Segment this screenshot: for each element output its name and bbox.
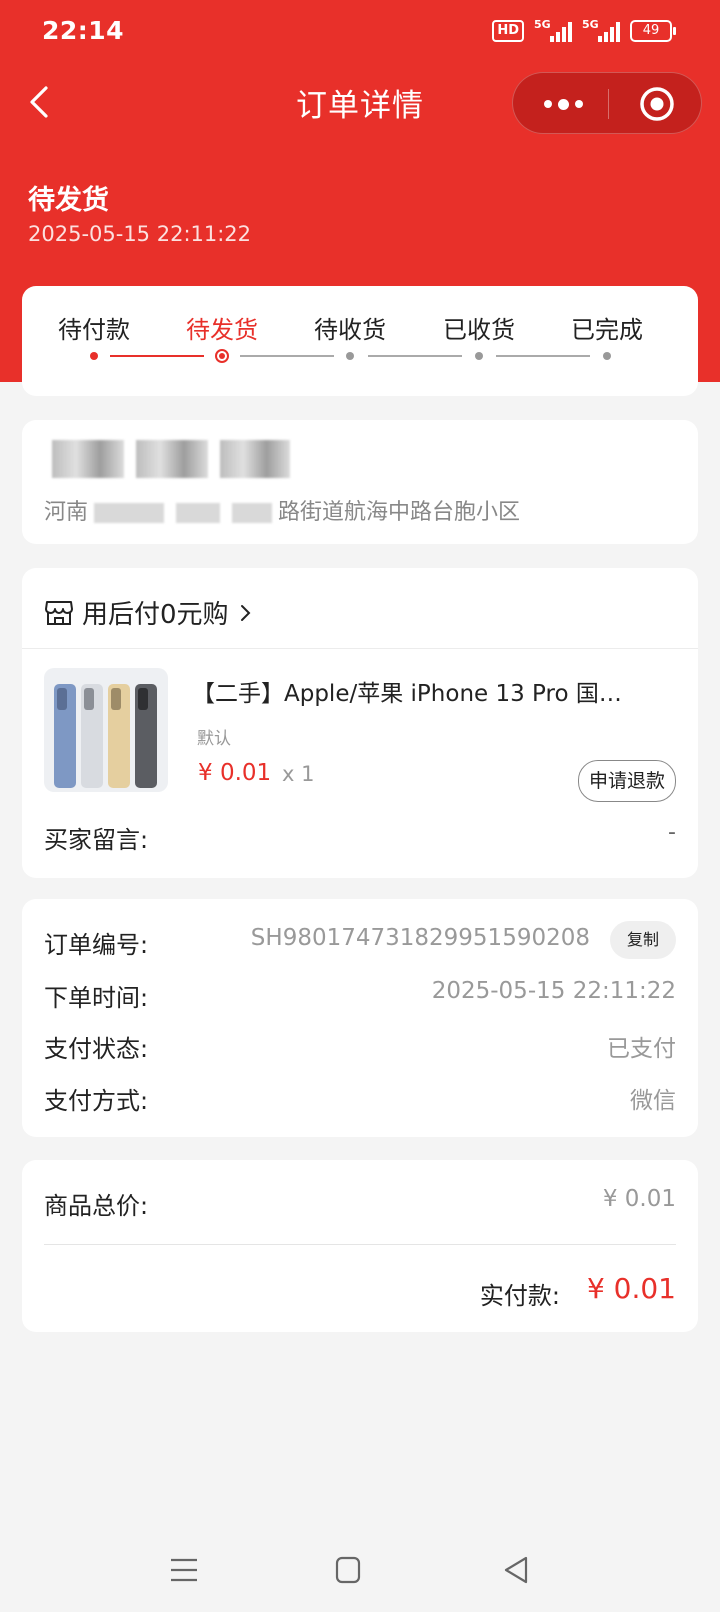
step-label: 待付款 <box>58 316 130 344</box>
signal-icon: 5G <box>582 18 620 42</box>
status-time: 22:14 <box>42 16 125 45</box>
product-price: ¥ 0.01 <box>198 760 272 786</box>
product-spec: 默认 <box>197 729 231 749</box>
capsule-divider <box>608 89 609 119</box>
paid-label: 实付款: <box>479 1282 560 1310</box>
order-number-label: 订单编号: <box>44 931 149 959</box>
step-connector <box>368 355 462 357</box>
divider <box>22 648 698 649</box>
battery-icon: 49 <box>630 20 676 42</box>
step-dot <box>475 352 483 360</box>
step-label: 已收货 <box>443 316 515 344</box>
status-icons: HD 5G 5G 49 <box>492 18 676 42</box>
goods-total-label: 商品总价: <box>44 1192 149 1220</box>
back-icon[interactable] <box>498 1554 534 1586</box>
store-link[interactable]: 用后付0元购 <box>44 594 255 631</box>
address-card[interactable]: 河南 路街道航海中路台胞小区 <box>22 420 698 544</box>
order-time-row: 下单时间: 2025-05-15 22:11:22 <box>44 978 676 1018</box>
address-text: 河南 路街道航海中路台胞小区 <box>44 500 521 525</box>
refund-button[interactable]: 申请退款 <box>577 760 676 802</box>
signal-icon: 5G <box>534 18 572 42</box>
order-time: 2025-05-15 22:11:22 <box>431 978 676 1004</box>
step-label: 已完成 <box>571 316 643 344</box>
step-label: 待发货 <box>186 316 258 344</box>
recipient-blurred <box>52 440 290 478</box>
chevron-right-icon <box>240 604 250 621</box>
pay-method-label: 支付方式: <box>44 1087 149 1115</box>
step-dot <box>346 352 354 360</box>
order-time-label: 下单时间: <box>44 984 149 1012</box>
menu-icon[interactable] <box>167 1554 203 1586</box>
product-title[interactable]: 【二手】Apple/苹果 iPhone 13 Pro 国… <box>192 674 672 708</box>
paid-amount: ¥ 0.01 <box>586 1272 676 1305</box>
order-number-row: 订单编号: SH980174731829951590208 复制 <box>44 921 676 965</box>
pay-method: 微信 <box>630 1088 676 1114</box>
product-card: 用后付0元购 【二手】Apple/苹果 iPhone 13 Pro 国… 默认 … <box>22 568 698 878</box>
buyer-message-value: - <box>668 820 676 845</box>
pay-status-row: 支付状态: 已支付 <box>44 1029 676 1069</box>
pay-status-label: 支付状态: <box>44 1035 149 1063</box>
status-bar: 22:14 HD 5G 5G 49 <box>0 0 720 64</box>
product-image[interactable] <box>44 668 168 792</box>
step-connector <box>240 355 334 357</box>
pay-status: 已支付 <box>607 1036 676 1062</box>
step-dot-current <box>215 349 229 363</box>
close-miniprogram-icon[interactable] <box>639 86 675 122</box>
order-progress: 待付款 待发货 待收货 已收货 已完成 <box>22 286 698 396</box>
home-icon[interactable] <box>330 1554 366 1586</box>
goods-total: ¥ 0.01 <box>602 1186 676 1212</box>
step-dot <box>90 352 98 360</box>
buyer-message-label: 买家留言: <box>44 826 149 854</box>
store-icon <box>45 600 73 625</box>
totals-card: 商品总价: ¥ 0.01 实付款: ¥ 0.01 <box>22 1160 698 1332</box>
more-icon[interactable] <box>541 92 585 116</box>
order-created-time: 2025-05-15 22:11:22 <box>28 222 252 246</box>
order-status: 待发货 <box>28 185 109 216</box>
miniprogram-capsule <box>512 72 702 134</box>
order-number: SH980174731829951590208 <box>250 925 590 951</box>
system-navigation-bar <box>0 1510 720 1612</box>
divider <box>44 1244 676 1245</box>
step-connector <box>110 355 204 357</box>
step-label: 待收货 <box>314 316 386 344</box>
hd-icon: HD <box>492 20 524 42</box>
store-name: 用后付0元购 <box>82 600 229 630</box>
order-info-card: 订单编号: SH980174731829951590208 复制 下单时间: 2… <box>22 899 698 1137</box>
step-dot <box>603 352 611 360</box>
product-quantity: x 1 <box>282 762 315 786</box>
copy-button[interactable]: 复制 <box>610 921 676 959</box>
step-connector <box>496 355 590 357</box>
pay-method-row: 支付方式: 微信 <box>44 1081 676 1121</box>
